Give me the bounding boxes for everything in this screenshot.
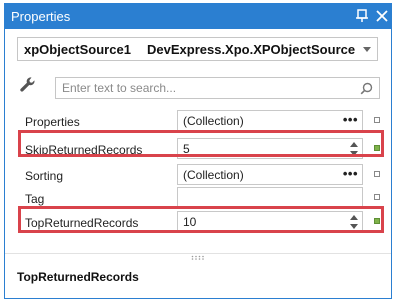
description-title: TopReturnedRecords [17,270,139,284]
chevron-down-icon[interactable] [363,47,371,52]
ellipsis-button[interactable]: ••• [343,166,358,181]
search-input[interactable]: Enter text to search... [55,77,380,99]
pin-icon[interactable] [355,9,369,23]
ellipsis-button[interactable]: ••• [343,112,358,127]
property-label: Sorting [25,169,64,183]
title-bar[interactable]: Properties [5,4,391,29]
window-title: Properties [11,9,71,24]
tag-text-field[interactable] [177,187,363,208]
object-name: xpObjectSource1 [24,42,131,57]
grip-icon[interactable] [191,255,205,260]
object-type: DevExpress.Xpo.XPObjectSource [147,42,356,57]
object-selector-dropdown[interactable]: xpObjectSource1 DevExpress.Xpo.XPObjectS… [17,37,378,61]
search-icon[interactable] [360,82,373,95]
property-value: (Collection) [183,168,244,182]
skip-returned-records-highlight [18,130,384,157]
property-value: (Collection) [183,114,244,128]
property-value-field[interactable]: (Collection) ••• [177,110,363,131]
property-label: Tag [25,192,45,206]
close-icon[interactable] [375,9,389,23]
wrench-icon[interactable] [18,75,38,95]
property-label: Properties [25,115,80,129]
property-marker-icon[interactable] [374,194,380,200]
top-returned-records-highlight [18,206,384,233]
search-placeholder: Enter text to search... [62,81,177,95]
property-marker-icon[interactable] [374,117,380,123]
property-value-field[interactable]: (Collection) ••• [177,164,363,185]
property-marker-icon[interactable] [374,171,380,177]
description-splitter[interactable] [5,253,391,254]
property-row-sorting[interactable]: Sorting (Collection) ••• [17,164,387,188]
